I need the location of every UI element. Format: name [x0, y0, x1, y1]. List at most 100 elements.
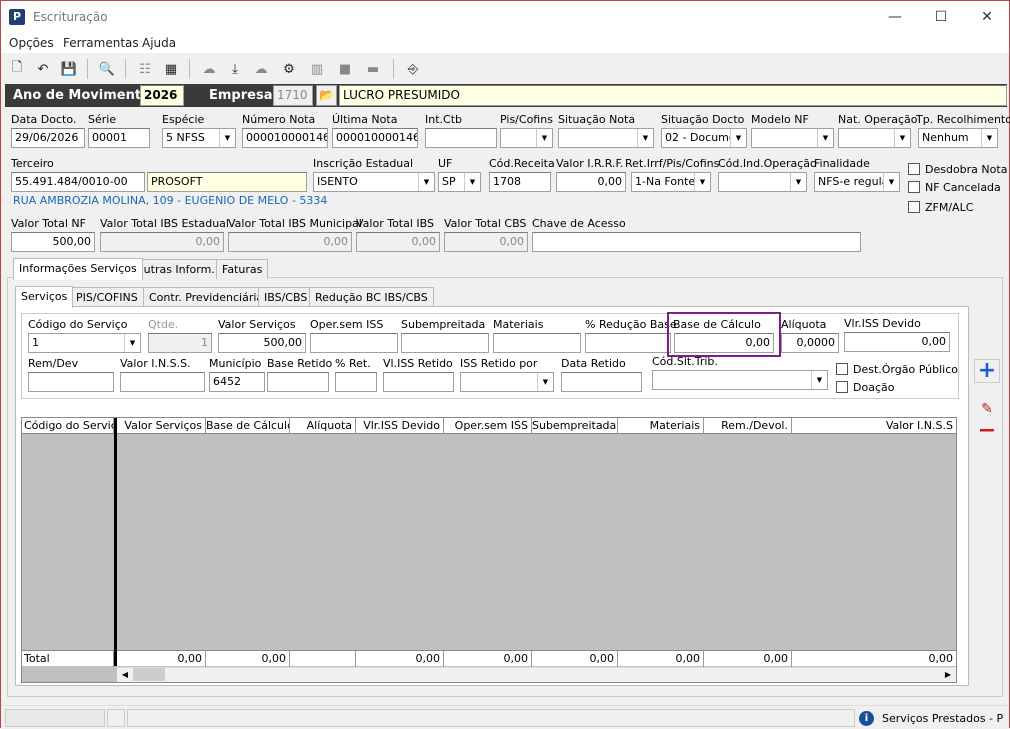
- calculator-icon[interactable]: ▦: [161, 59, 181, 79]
- add-icon[interactable]: +: [974, 359, 1000, 383]
- cod-sit-trib-select[interactable]: ▼: [652, 370, 828, 390]
- dash-icon[interactable]: ▬: [363, 59, 383, 79]
- inscricao-select[interactable]: ISENTO ▼: [313, 172, 435, 192]
- rem-dev-input[interactable]: [28, 372, 114, 392]
- grid-col-subempreitada[interactable]: Subempreitada: [532, 418, 618, 434]
- tree-icon[interactable]: ☷: [135, 59, 155, 79]
- ibs-input[interactable]: 0,00: [356, 232, 440, 252]
- municipio-input[interactable]: 6452: [209, 372, 265, 392]
- tab-ibs-cbs[interactable]: IBS/CBS: [258, 287, 314, 307]
- download-icon[interactable]: ⤓: [225, 59, 245, 79]
- numero-nota-input[interactable]: 0000100001469: [242, 128, 328, 148]
- zfm-checkbox[interactable]: [908, 201, 920, 213]
- tab-outras-inform[interactable]: Outras Inform.: [129, 259, 221, 279]
- menu-opcoes[interactable]: Opções: [9, 36, 54, 50]
- valor-servicos-input[interactable]: 500,00: [218, 333, 306, 353]
- finalidade-select[interactable]: NFS-e regula ▼: [814, 172, 900, 192]
- save-icon[interactable]: 💾: [59, 59, 79, 79]
- exit-icon[interactable]: ⎆: [403, 59, 423, 79]
- ibs-municipal-input[interactable]: 0,00: [228, 232, 352, 252]
- doacao-label: Doação: [853, 381, 895, 394]
- pis-cofins-select[interactable]: ▼: [500, 128, 553, 148]
- valor-inss-input[interactable]: [120, 372, 205, 392]
- int-ctb-input[interactable]: [425, 128, 497, 148]
- aliquota-input[interactable]: 0,0000: [781, 333, 839, 353]
- doacao-checkbox[interactable]: [836, 381, 848, 393]
- desdobra-checkbox[interactable]: [908, 163, 920, 175]
- menu-ferramentas[interactable]: Ferramentas: [63, 36, 139, 50]
- dest-orgao-checkbox[interactable]: [836, 363, 848, 375]
- base-calculo-input[interactable]: 0,00: [674, 333, 774, 353]
- ano-input[interactable]: 2026: [140, 85, 184, 106]
- horizontal-scrollbar[interactable]: [117, 667, 956, 682]
- uf-select[interactable]: SP ▼: [438, 172, 481, 192]
- minimize-button[interactable]: —: [885, 7, 905, 27]
- tab-pis-cofins[interactable]: PIS/COFINS: [70, 287, 144, 307]
- especie-select[interactable]: 5 NFSS ▼: [162, 128, 236, 148]
- new-icon[interactable]: 🗋: [7, 59, 27, 79]
- situacao-docto-select[interactable]: 02 - Documer ▼: [661, 128, 747, 148]
- undo-icon[interactable]: ↶: [33, 59, 53, 79]
- vlr-iss-devido-input[interactable]: 0,00: [844, 332, 950, 352]
- scroll-right-icon[interactable]: ▶: [942, 668, 954, 681]
- valor-total-nf-input[interactable]: 500,00: [11, 232, 95, 252]
- data-docto-input[interactable]: 29/06/2026: [11, 128, 85, 148]
- tab-servicos[interactable]: Serviços: [15, 286, 74, 308]
- grid-col-valor-servicos[interactable]: Valor Serviços: [117, 418, 206, 434]
- cloud2-icon[interactable]: ☁: [251, 59, 271, 79]
- serie-input[interactable]: 00001: [88, 128, 150, 148]
- terceiro-input[interactable]: 55.491.484/0010-00: [11, 172, 145, 192]
- cod-receita-input[interactable]: 1708: [489, 172, 551, 192]
- chave-input[interactable]: [532, 232, 861, 252]
- edit-icon[interactable]: ✎: [974, 399, 1000, 419]
- maximize-button[interactable]: ☐: [931, 7, 951, 27]
- close-button[interactable]: ✕: [977, 7, 997, 27]
- reducao-base-input[interactable]: [585, 333, 671, 353]
- grid-col-codigo[interactable]: Código do Serviço: [22, 418, 114, 434]
- nf-cancelada-checkbox[interactable]: [908, 181, 920, 193]
- oper-sem-iss-input[interactable]: [310, 333, 398, 353]
- iss-retido-por-select[interactable]: ▼: [460, 372, 554, 392]
- tp-recolhimento-select[interactable]: Nenhum ▼: [918, 128, 998, 148]
- preview-icon[interactable]: 🔍: [97, 59, 117, 79]
- grid-col-oper-sem-iss[interactable]: Oper.sem ISS: [444, 418, 532, 434]
- block-icon[interactable]: ■: [335, 59, 355, 79]
- scroll-left-icon[interactable]: ◀: [119, 668, 131, 681]
- subempreitada-input[interactable]: [401, 333, 489, 353]
- tab-informacoes-servicos[interactable]: Informações Serviços: [13, 258, 143, 280]
- ibs-estadual-input[interactable]: 0,00: [100, 232, 224, 252]
- grid-col-vlr-iss-devido[interactable]: Vlr.ISS Devido: [356, 418, 444, 434]
- tab-contr-previdenciaria[interactable]: Contr. Previdenciária: [143, 287, 270, 307]
- empresa-code[interactable]: 1710: [273, 85, 313, 106]
- base-retido-input[interactable]: [267, 372, 329, 392]
- materiais-input[interactable]: [493, 333, 581, 353]
- qtde-input[interactable]: 1: [148, 333, 212, 353]
- tab-reducao-bc[interactable]: Redução BC IBS/CBS: [309, 287, 434, 307]
- grid-col-valor-inss[interactable]: Valor I.N.S.S: [792, 418, 956, 434]
- ultima-nota-input[interactable]: 0000100001469: [332, 128, 418, 148]
- columns-icon[interactable]: ▥: [307, 59, 327, 79]
- menu-ajuda[interactable]: Ajuda: [142, 36, 176, 50]
- zfm-label: ZFM/ALC: [925, 201, 974, 214]
- cod-ind-select[interactable]: ▼: [718, 172, 807, 192]
- pct-ret-input[interactable]: [335, 372, 377, 392]
- cod-servico-select[interactable]: 1 ▼: [28, 333, 141, 353]
- ret-irrf-select[interactable]: 1-Na Fonte ▼: [631, 172, 711, 192]
- data-retido-input[interactable]: [561, 372, 642, 392]
- vl-iss-retido-input[interactable]: [383, 372, 454, 392]
- cloud-icon[interactable]: ☁: [199, 59, 219, 79]
- situacao-nota-select[interactable]: ▼: [558, 128, 654, 148]
- scroll-thumb[interactable]: [133, 668, 165, 681]
- valor-irrf-input[interactable]: 0,00: [556, 172, 626, 192]
- grid-col-rem-devol[interactable]: Rem./Devol.: [704, 418, 792, 434]
- cbs-input[interactable]: 0,00: [444, 232, 528, 252]
- remove-icon[interactable]: −: [974, 420, 1000, 443]
- modelo-nf-select[interactable]: ▼: [751, 128, 834, 148]
- folder-icon[interactable]: 📂: [316, 85, 337, 106]
- grid-col-aliquota[interactable]: Alíquota: [290, 418, 356, 434]
- cib-icon[interactable]: ⚙: [279, 59, 299, 79]
- grid-col-base-calculo[interactable]: Base de Cálculo: [206, 418, 290, 434]
- nat-operacao-select[interactable]: ▼: [838, 128, 911, 148]
- tab-faturas[interactable]: Faturas: [216, 259, 269, 279]
- grid-col-materiais[interactable]: Materiais: [618, 418, 704, 434]
